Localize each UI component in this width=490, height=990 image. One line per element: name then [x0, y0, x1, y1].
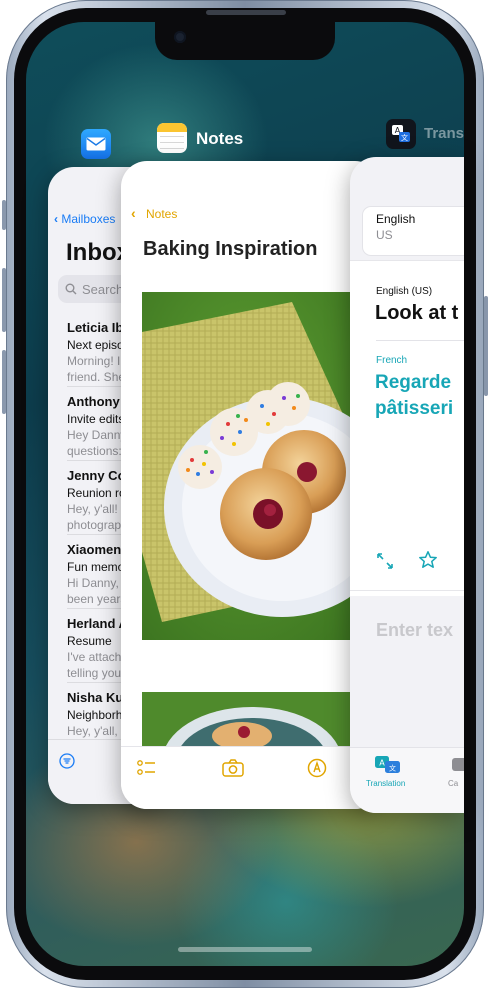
volume-up-button [2, 268, 6, 332]
translate-app-icon[interactable]: A 文 [386, 119, 416, 149]
camera-icon[interactable] [222, 759, 244, 782]
notes-app-title: Notes [196, 129, 244, 148]
mail-sender: Herland A [67, 616, 128, 631]
svg-text:A: A [379, 759, 385, 768]
translate-glyph-icon: A 文 [392, 125, 410, 142]
divider [376, 340, 464, 341]
mail-preview: Morning! I [67, 354, 121, 368]
target-language-label: French [376, 355, 408, 366]
mail-subject: Fun memor [67, 560, 129, 574]
input-language-name: English [376, 212, 416, 226]
cookie-plate-photo[interactable] [142, 292, 352, 640]
search-placeholder: Search [82, 282, 124, 297]
source-language-label: English (US) [376, 286, 433, 297]
envelope-icon [86, 137, 106, 151]
mail-preview: friend. She [67, 370, 126, 384]
cookie-closeup-photo[interactable] [142, 692, 352, 752]
notes-back-label: Notes [146, 207, 178, 221]
mail-app-icon[interactable] [81, 129, 111, 159]
mailboxes-back-label: Mailboxes [61, 212, 116, 226]
side-button [484, 296, 488, 396]
mail-sender: Nisha Ku [67, 690, 124, 705]
source-text: Look at t [375, 302, 459, 324]
search-icon [65, 282, 77, 295]
notes-app-icon[interactable] [157, 123, 187, 153]
front-camera [174, 31, 186, 43]
chevron-left-icon: ‹ [131, 205, 136, 221]
filter-icon[interactable] [59, 753, 75, 769]
tab-camera-label: Ca [448, 779, 459, 788]
mail-subject: Resume [67, 634, 112, 648]
translation-tab-icon: A文 [374, 755, 402, 780]
divider [350, 590, 464, 591]
checklist-icon[interactable] [137, 759, 157, 782]
svg-text:文: 文 [401, 133, 408, 142]
home-indicator[interactable] [178, 947, 312, 952]
camera-tab-icon [452, 758, 464, 771]
mail-preview: Hey, y'all! [67, 502, 118, 516]
mail-preview: Hey Danny [67, 428, 127, 442]
mail-subject: Invite edits [67, 412, 125, 426]
mail-preview: questions: [67, 444, 122, 458]
mail-subject: Reunion ro [67, 486, 126, 500]
translated-text: pâtisseri [375, 398, 454, 419]
mail-subject: Next episo [67, 338, 124, 352]
tab-translation-label: Translation [366, 779, 406, 788]
volume-down-button [2, 350, 6, 414]
note-title: Baking Inspiration [143, 238, 318, 260]
mail-preview: been years [67, 592, 127, 606]
markup-pen-icon[interactable] [307, 758, 327, 783]
translation-input-field[interactable]: Enter tex [376, 620, 453, 641]
translate-app-title: Trans [424, 125, 465, 142]
svg-text:文: 文 [389, 764, 396, 773]
expand-icon[interactable] [376, 552, 394, 575]
translated-text: Regarde [375, 372, 452, 393]
translate-app-card[interactable]: English US English (US) Look at t French… [350, 157, 464, 813]
mailboxes-back-button[interactable]: ‹ Mailboxes [54, 212, 115, 226]
notes-back-button[interactable]: ‹ Notes [121, 201, 201, 225]
notes-bottom-toolbar [121, 746, 381, 809]
mail-sender: Xiaomeng [67, 542, 130, 557]
mail-subject: Neighborh [67, 708, 123, 722]
mail-preview: telling you [67, 666, 122, 680]
notes-app-card[interactable]: ‹ Notes Baking Inspiration [121, 161, 381, 809]
input-language-region: US [376, 228, 393, 242]
mail-preview: photograph [67, 518, 128, 532]
mail-preview: Hey, y'all, [67, 724, 118, 738]
mail-sender: Jenny Co [67, 468, 126, 483]
star-favorite-icon[interactable] [418, 550, 438, 575]
action-button [2, 200, 6, 230]
mail-preview: I've attach [67, 650, 122, 664]
earpiece-speaker [206, 10, 286, 15]
